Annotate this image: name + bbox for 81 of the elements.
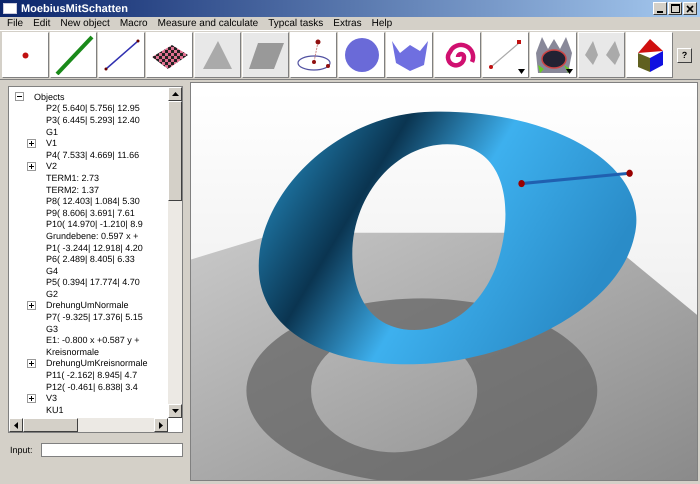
scroll-left-button[interactable] [9,418,23,432]
tree-item[interactable]: P10( 14.970| -1.210| 8.9 [46,219,143,230]
tree-item[interactable]: P12( -0.461| 6.838| 3.4 [46,382,138,392]
tree-item[interactable]: P4( 7.533| 4.669| 11.66 [46,150,140,160]
point-icon [22,52,29,58]
menu-item[interactable]: File [2,18,28,29]
tool-button[interactable] [98,32,145,78]
tool-button[interactable] [530,32,577,78]
tree-item[interactable]: E1: -0.800 x +0.587 y + [46,335,140,346]
tree-item[interactable]: Grundebene: 0.597 x + [46,230,138,241]
plus-icon [27,162,36,171]
tool-button[interactable] [290,32,337,78]
close-button[interactable] [683,2,697,15]
up-arrow-icon [172,92,178,96]
tree-item[interactable]: P1( -3.244| 12.918| 4.20 [46,242,143,253]
vertical-scrollbar[interactable] [168,87,182,418]
dropdown-caret-icon [566,69,573,74]
tree-item[interactable]: Kreisnormale [46,346,100,357]
tree-item[interactable]: P3( 6.445| 5.293| 12.40 [46,114,140,125]
tree-item[interactable]: P9( 8.606| 3.691| 7.61 [46,208,135,218]
tree-item[interactable]: G3 [46,324,58,334]
window-title: MoebiusMitSchatten [21,2,129,14]
menu-item[interactable]: Edit [28,18,56,29]
tree-item[interactable]: P2( 5.640| 5.756| 12.95 [46,103,140,114]
tree-item[interactable]: V1 [46,138,58,148]
scroll-up-button[interactable] [168,87,182,101]
down-arrow-icon [172,409,178,413]
maximize-button[interactable] [668,2,682,15]
scroll-thumb[interactable] [168,101,182,201]
help-button[interactable]: ? [677,48,692,62]
tree-item[interactable]: P6( 2.489| 8.405| 6.33 [46,254,135,264]
expand-toggle[interactable] [27,300,36,310]
menu-item[interactable]: Macro [114,18,153,29]
scroll-thumb[interactable] [23,418,78,432]
tree-item[interactable]: V2 [46,161,58,172]
minimize-icon [657,10,663,12]
expand-toggle[interactable] [27,162,36,171]
menu-item[interactable]: Help [366,18,398,29]
menu-item[interactable]: Measure and calculate [152,18,264,29]
right-arrow-icon [159,422,163,428]
minus-icon [15,92,24,102]
tree-item[interactable]: G2 [46,288,58,299]
expand-toggle[interactable] [27,394,36,403]
tree-item[interactable]: KU1 [46,404,64,415]
expand-toggle[interactable] [27,138,36,148]
scroll-down-button[interactable] [168,404,182,418]
tree-item[interactable]: P11( -2.162| 8.945| 4.7 [46,370,138,380]
tree-item[interactable]: P5( 0.394| 17.774| 4.70 [46,277,140,288]
maximize-icon [670,4,680,13]
tree-item[interactable]: DrehungUmNormale [46,300,129,310]
input-label: Input: [10,445,33,455]
dropdown-caret-icon [518,69,525,74]
tree-item[interactable]: Objects [34,92,65,102]
left-arrow-icon [14,422,18,428]
menu-item[interactable]: Typcal tasks [263,18,328,29]
tree-item[interactable]: P7( -9.325| 17.376| 5.15 [46,312,143,322]
tree-item[interactable]: G4 [46,266,58,276]
window-icon [3,3,17,14]
close-icon [686,4,694,12]
input-field[interactable] [40,443,183,457]
menu-item[interactable]: New object [55,18,115,29]
tool-button[interactable] [626,32,673,78]
plus-icon [27,394,36,403]
plus-icon [27,138,36,148]
tool-button[interactable] [146,32,193,78]
minimize-button[interactable] [653,2,667,15]
horizontal-scrollbar[interactable] [9,418,168,432]
tree-item[interactable]: DrehungUmKreisnormale [46,358,148,368]
tree-item[interactable]: P8( 12.403| 1.084| 5.30 [46,196,140,206]
plus-icon [27,300,36,310]
tree-item[interactable]: TERM2: 1.37 [46,184,100,195]
expand-toggle[interactable] [27,358,36,368]
plus-icon [27,358,36,368]
scroll-right-button[interactable] [154,418,168,432]
textured-surface-icon [534,35,574,75]
menu-item[interactable]: Extras [328,18,367,29]
tree-item[interactable]: G1 [46,126,58,137]
line-icon [54,35,94,75]
collapse-toggle[interactable] [15,92,24,102]
tree-item[interactable]: TERM1: 2.73 [46,172,100,183]
tree-item[interactable]: V3 [46,393,58,404]
